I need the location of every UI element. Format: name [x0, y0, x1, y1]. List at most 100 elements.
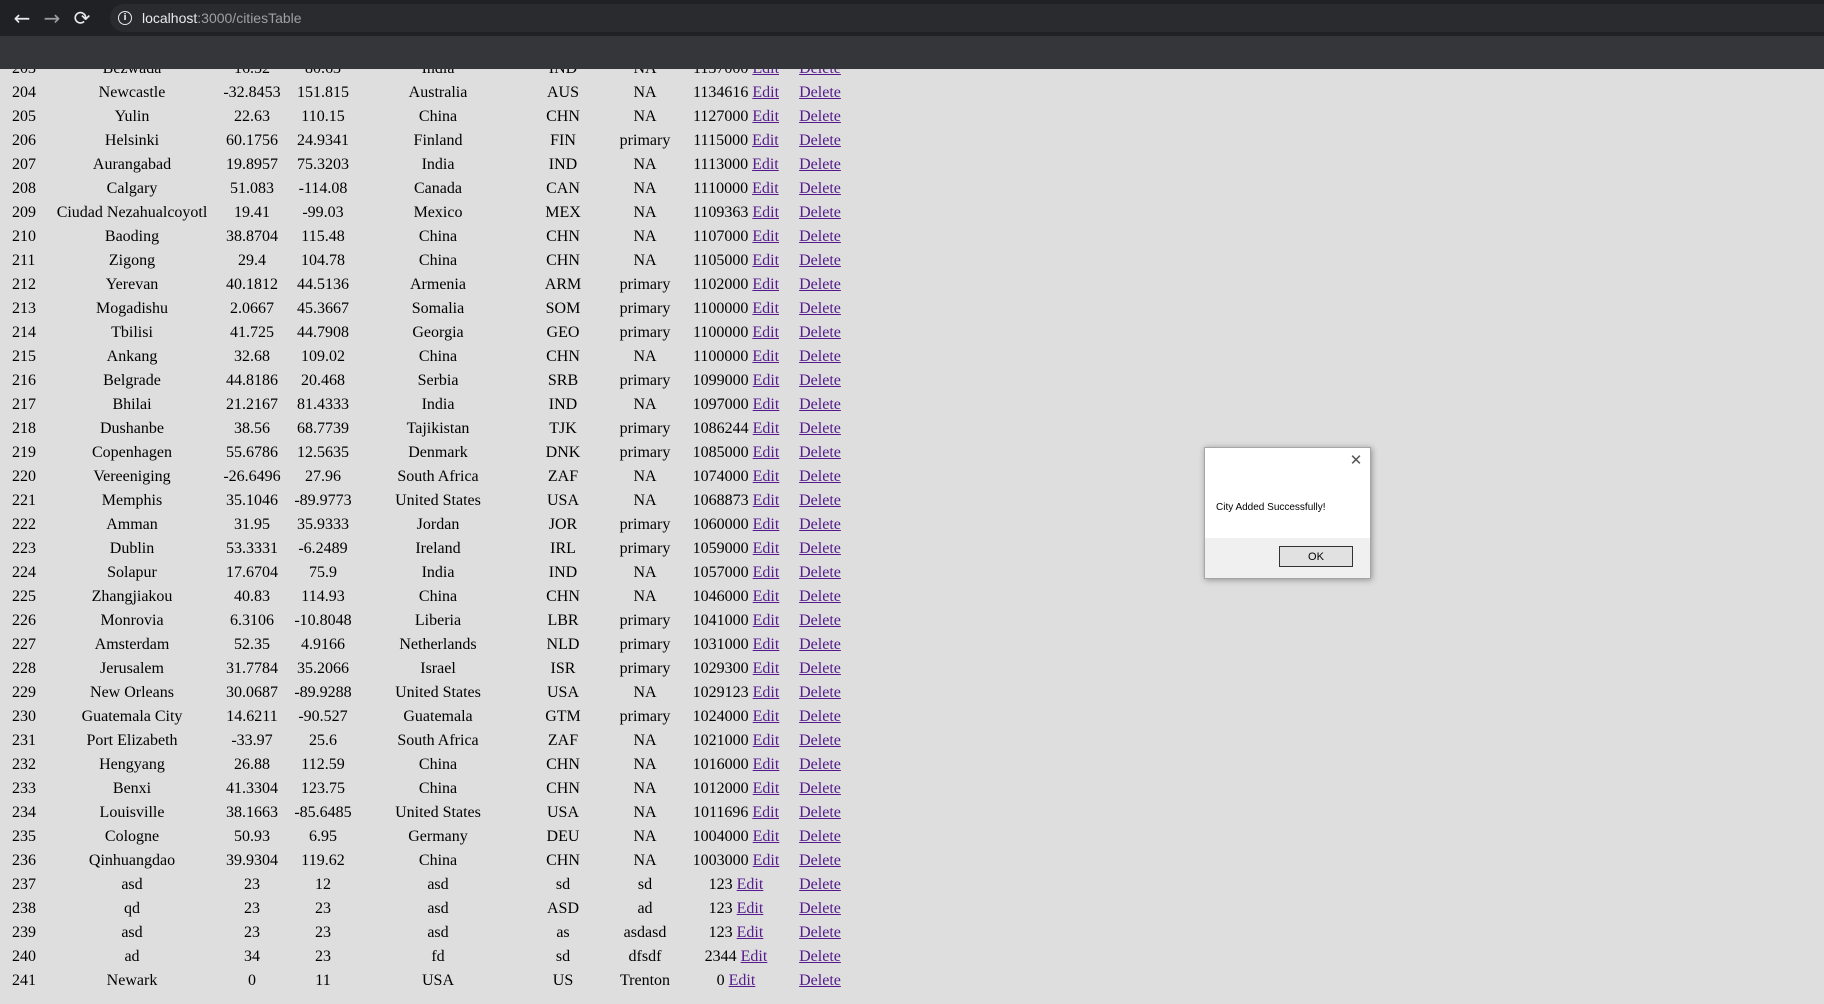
edit-link[interactable]: Edit	[752, 108, 779, 125]
city-id-cell: 241	[12, 972, 36, 989]
edit-link[interactable]: Edit	[753, 492, 780, 509]
edit-link[interactable]: Edit	[752, 69, 779, 77]
delete-link[interactable]: Delete	[799, 69, 841, 77]
edit-link[interactable]: Edit	[753, 852, 780, 869]
edit-link[interactable]: Edit	[753, 780, 780, 797]
delete-link[interactable]: Delete	[799, 300, 841, 317]
city-id-cell: 235	[12, 828, 36, 845]
edit-link[interactable]: Edit	[753, 612, 780, 629]
city-id-cell: 203	[4, 69, 49, 81]
delete-link[interactable]: Delete	[799, 876, 841, 893]
edit-link[interactable]: Edit	[753, 372, 780, 389]
delete-link[interactable]: Delete	[799, 204, 841, 221]
delete-link[interactable]: Delete	[799, 900, 841, 917]
delete-link[interactable]: Delete	[799, 636, 841, 653]
delete-link[interactable]: Delete	[799, 732, 841, 749]
edit-link[interactable]: Edit	[753, 516, 780, 533]
edit-link[interactable]: Edit	[753, 420, 780, 437]
address-bar[interactable]: i localhost:3000/citiesTable	[110, 4, 1824, 32]
edit-link[interactable]: Edit	[752, 348, 779, 365]
delete-link[interactable]: Delete	[799, 84, 841, 101]
delete-link[interactable]: Delete	[799, 348, 841, 365]
delete-link[interactable]: Delete	[799, 180, 841, 197]
city-id-cell: 234	[12, 804, 36, 821]
back-arrow-icon[interactable]: ←	[7, 3, 37, 33]
delete-link[interactable]: Delete	[799, 612, 841, 629]
edit-link[interactable]: Edit	[753, 756, 780, 773]
delete-link[interactable]: Delete	[799, 540, 841, 557]
delete-link[interactable]: Delete	[799, 660, 841, 677]
forward-arrow-icon[interactable]: →	[37, 3, 67, 33]
capital-cell: sd	[637, 876, 653, 893]
edit-link[interactable]: Edit	[737, 924, 764, 941]
edit-link[interactable]: Edit	[752, 276, 779, 293]
delete-link[interactable]: Delete	[799, 804, 841, 821]
edit-link[interactable]: Edit	[752, 156, 779, 173]
edit-link[interactable]: Edit	[753, 660, 780, 677]
url-text[interactable]: localhost:3000/citiesTable	[142, 10, 302, 26]
delete-link[interactable]: Delete	[799, 444, 841, 461]
edit-link[interactable]: Edit	[753, 684, 780, 701]
delete-link[interactable]: Delete	[799, 972, 841, 989]
delete-link[interactable]: Delete	[799, 756, 841, 773]
delete-link[interactable]: Delete	[799, 516, 841, 533]
delete-link[interactable]: Delete	[799, 276, 841, 293]
edit-link[interactable]: Edit	[753, 444, 780, 461]
delete-link[interactable]: Delete	[799, 780, 841, 797]
delete-link[interactable]: Delete	[799, 420, 841, 437]
delete-link[interactable]: Delete	[799, 468, 841, 485]
site-info-icon[interactable]: i	[118, 11, 132, 25]
delete-link[interactable]: Delete	[799, 684, 841, 701]
edit-link[interactable]: Edit	[741, 948, 768, 965]
delete-link[interactable]: Delete	[799, 492, 841, 509]
edit-link[interactable]: Edit	[729, 972, 756, 989]
close-icon[interactable]: ✕	[1349, 453, 1363, 468]
edit-link[interactable]: Edit	[752, 132, 779, 149]
edit-link[interactable]: Edit	[753, 588, 780, 605]
edit-link[interactable]: Edit	[737, 876, 764, 893]
edit-link[interactable]: Edit	[752, 252, 779, 269]
reload-icon[interactable]: ⟳	[67, 3, 97, 33]
edit-link[interactable]: Edit	[753, 540, 780, 557]
delete-link[interactable]: Delete	[799, 396, 841, 413]
country-cell: Australia	[408, 84, 468, 101]
delete-link[interactable]: Delete	[799, 708, 841, 725]
delete-link[interactable]: Delete	[799, 324, 841, 341]
delete-link[interactable]: Delete	[799, 948, 841, 965]
latitude-cell: 19.8957	[226, 156, 278, 173]
population-cell: 1097000 Edit	[685, 393, 787, 417]
delete-link[interactable]: Delete	[799, 252, 841, 269]
delete-cell: Delete	[789, 969, 851, 993]
delete-link[interactable]: Delete	[799, 156, 841, 173]
ok-button[interactable]: OK	[1279, 546, 1353, 567]
longitude-cell: 112.59	[301, 756, 345, 773]
latitude-cell: 31.95	[234, 516, 270, 533]
edit-link[interactable]: Edit	[752, 300, 779, 317]
edit-link[interactable]: Edit	[753, 828, 780, 845]
delete-link[interactable]: Delete	[799, 564, 841, 581]
delete-link[interactable]: Delete	[799, 372, 841, 389]
edit-link[interactable]: Edit	[753, 636, 780, 653]
delete-link[interactable]: Delete	[799, 108, 841, 125]
delete-link[interactable]: Delete	[799, 828, 841, 845]
population-value: 1107000	[692, 228, 749, 245]
edit-link[interactable]: Edit	[752, 84, 779, 101]
delete-cell: Delete	[789, 801, 851, 825]
delete-link[interactable]: Delete	[799, 852, 841, 869]
edit-link[interactable]: Edit	[753, 564, 780, 581]
edit-link[interactable]: Edit	[752, 324, 779, 341]
delete-cell: Delete	[789, 873, 851, 897]
edit-link[interactable]: Edit	[752, 204, 779, 221]
edit-link[interactable]: Edit	[753, 708, 780, 725]
delete-link[interactable]: Delete	[799, 588, 841, 605]
edit-link[interactable]: Edit	[753, 396, 780, 413]
delete-link[interactable]: Delete	[799, 132, 841, 149]
delete-link[interactable]: Delete	[799, 924, 841, 941]
edit-link[interactable]: Edit	[753, 468, 780, 485]
edit-link[interactable]: Edit	[752, 228, 779, 245]
edit-link[interactable]: Edit	[737, 900, 764, 917]
delete-link[interactable]: Delete	[799, 228, 841, 245]
edit-link[interactable]: Edit	[752, 180, 779, 197]
edit-link[interactable]: Edit	[752, 804, 779, 821]
edit-link[interactable]: Edit	[753, 732, 780, 749]
